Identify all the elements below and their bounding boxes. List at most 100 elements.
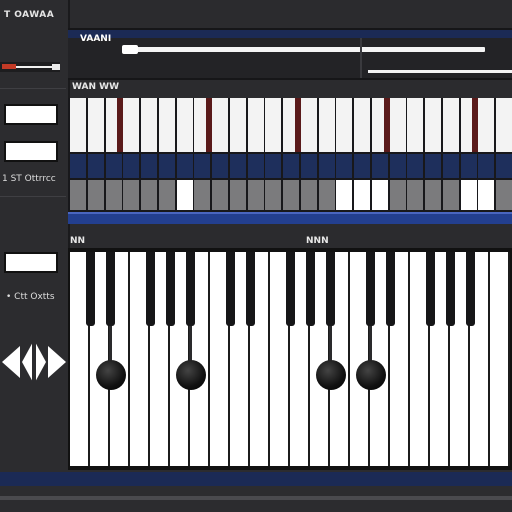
grid-cell-mid[interactable]: [318, 154, 335, 178]
grid-cell-mid[interactable]: [478, 154, 495, 178]
grid-cell-active[interactable]: [336, 180, 353, 210]
grid-cell-top[interactable]: [442, 98, 459, 152]
grid-cell-top[interactable]: [407, 98, 424, 152]
grid-cell-mid[interactable]: [265, 154, 282, 178]
grid-cell-bottom[interactable]: [407, 180, 424, 210]
timeline-rail[interactable]: [68, 212, 512, 224]
volume-meter[interactable]: [0, 62, 60, 72]
grid-cell-active[interactable]: [371, 180, 388, 210]
grid-cell-bottom[interactable]: [105, 180, 122, 210]
grid-cell-bottom[interactable]: [70, 180, 86, 210]
grid-cell-bottom[interactable]: [496, 180, 512, 210]
velocity-knob-icon[interactable]: [315, 360, 346, 390]
grid-cell-mid[interactable]: [158, 154, 175, 178]
grid-cell-mid[interactable]: [229, 154, 246, 178]
black-key[interactable]: [85, 252, 95, 326]
grid-cell-top[interactable]: [87, 98, 104, 152]
diamond-nav-icon[interactable]: [2, 336, 66, 388]
grid-cell-bottom[interactable]: [87, 180, 104, 210]
velocity-knob-icon[interactable]: [95, 360, 126, 390]
black-key[interactable]: [145, 252, 155, 326]
grid-cell-top[interactable]: [336, 98, 353, 152]
grid-cell-top[interactable]: [158, 98, 175, 152]
grid-cell-mid[interactable]: [354, 154, 371, 178]
piano-keyboard[interactable]: [68, 248, 512, 470]
grid-cell-mid[interactable]: [176, 154, 193, 178]
grid-cell-mid[interactable]: [70, 154, 86, 178]
grid-cell-bottom[interactable]: [318, 180, 335, 210]
grid-cell-top[interactable]: [176, 98, 193, 152]
black-key[interactable]: [175, 252, 206, 390]
grid-cell-mid[interactable]: [460, 154, 477, 178]
black-key[interactable]: [465, 252, 475, 326]
grid-cell-mid[interactable]: [87, 154, 104, 178]
black-key[interactable]: [245, 252, 255, 326]
grid-cell-bottom[interactable]: [389, 180, 406, 210]
step-sequencer-grid[interactable]: [68, 98, 512, 216]
preset-field-2[interactable]: [4, 141, 58, 162]
grid-cell-bottom[interactable]: [229, 180, 246, 210]
grid-cell-mid[interactable]: [123, 154, 140, 178]
meter-handle[interactable]: [52, 64, 60, 70]
black-key[interactable]: [95, 252, 126, 390]
grid-cell-mid[interactable]: [105, 154, 122, 178]
velocity-knob-icon[interactable]: [355, 360, 386, 390]
grid-cell-top[interactable]: [496, 98, 512, 152]
black-key[interactable]: [315, 252, 346, 390]
preset-field-1[interactable]: [4, 104, 58, 125]
grid-cell-active[interactable]: [460, 180, 477, 210]
grid-cell-top[interactable]: [141, 98, 158, 152]
grid-cell-bottom[interactable]: [265, 180, 282, 210]
grid-cell-top[interactable]: [229, 98, 246, 152]
velocity-knob-icon[interactable]: [175, 360, 206, 390]
grid-cell-bottom[interactable]: [194, 180, 211, 210]
grid-cell-mid[interactable]: [247, 154, 264, 178]
black-key[interactable]: [425, 252, 435, 326]
grid-cell-active[interactable]: [354, 180, 371, 210]
grid-cell-bottom[interactable]: [442, 180, 459, 210]
black-key[interactable]: [305, 252, 315, 326]
grid-cell-top[interactable]: [70, 98, 86, 152]
grid-cell-top[interactable]: [478, 98, 495, 152]
black-key[interactable]: [355, 252, 386, 390]
black-key[interactable]: [285, 252, 295, 326]
preset-field-3[interactable]: [4, 252, 58, 273]
grid-cell-mid[interactable]: [283, 154, 300, 178]
grid-cell-mid[interactable]: [425, 154, 442, 178]
grid-cell-active[interactable]: [176, 180, 193, 210]
grid-cell-mid[interactable]: [496, 154, 512, 178]
slider-track-2[interactable]: [368, 70, 512, 73]
black-key[interactable]: [445, 252, 455, 326]
grid-cell-mid[interactable]: [407, 154, 424, 178]
grid-cell-top[interactable]: [212, 98, 229, 152]
grid-cell-bottom[interactable]: [425, 180, 442, 210]
grid-cell-top[interactable]: [123, 98, 140, 152]
slider-track-1[interactable]: [124, 47, 485, 52]
grid-cell-top[interactable]: [300, 98, 317, 152]
grid-cell-mid[interactable]: [389, 154, 406, 178]
grid-cell-mid[interactable]: [442, 154, 459, 178]
black-key[interactable]: [225, 252, 235, 326]
grid-cell-top[interactable]: [265, 98, 282, 152]
grid-cell-bottom[interactable]: [300, 180, 317, 210]
grid-cell-active[interactable]: [478, 180, 495, 210]
grid-cell-mid[interactable]: [141, 154, 158, 178]
black-key[interactable]: [165, 252, 175, 326]
grid-cell-bottom[interactable]: [158, 180, 175, 210]
grid-cell-bottom[interactable]: [123, 180, 140, 210]
grid-cell-mid[interactable]: [194, 154, 211, 178]
grid-cell-mid[interactable]: [371, 154, 388, 178]
grid-cell-top[interactable]: [389, 98, 406, 152]
grid-cell-bottom[interactable]: [212, 180, 229, 210]
slider-handle-1[interactable]: [122, 45, 138, 54]
grid-cell-top[interactable]: [247, 98, 264, 152]
grid-cell-bottom[interactable]: [283, 180, 300, 210]
grid-cell-bottom[interactable]: [247, 180, 264, 210]
grid-cell-mid[interactable]: [336, 154, 353, 178]
grid-cell-top[interactable]: [354, 98, 371, 152]
grid-cell-top[interactable]: [318, 98, 335, 152]
grid-cell-mid[interactable]: [212, 154, 229, 178]
white-key[interactable]: [490, 252, 510, 466]
grid-cell-bottom[interactable]: [141, 180, 158, 210]
black-key[interactable]: [385, 252, 395, 326]
